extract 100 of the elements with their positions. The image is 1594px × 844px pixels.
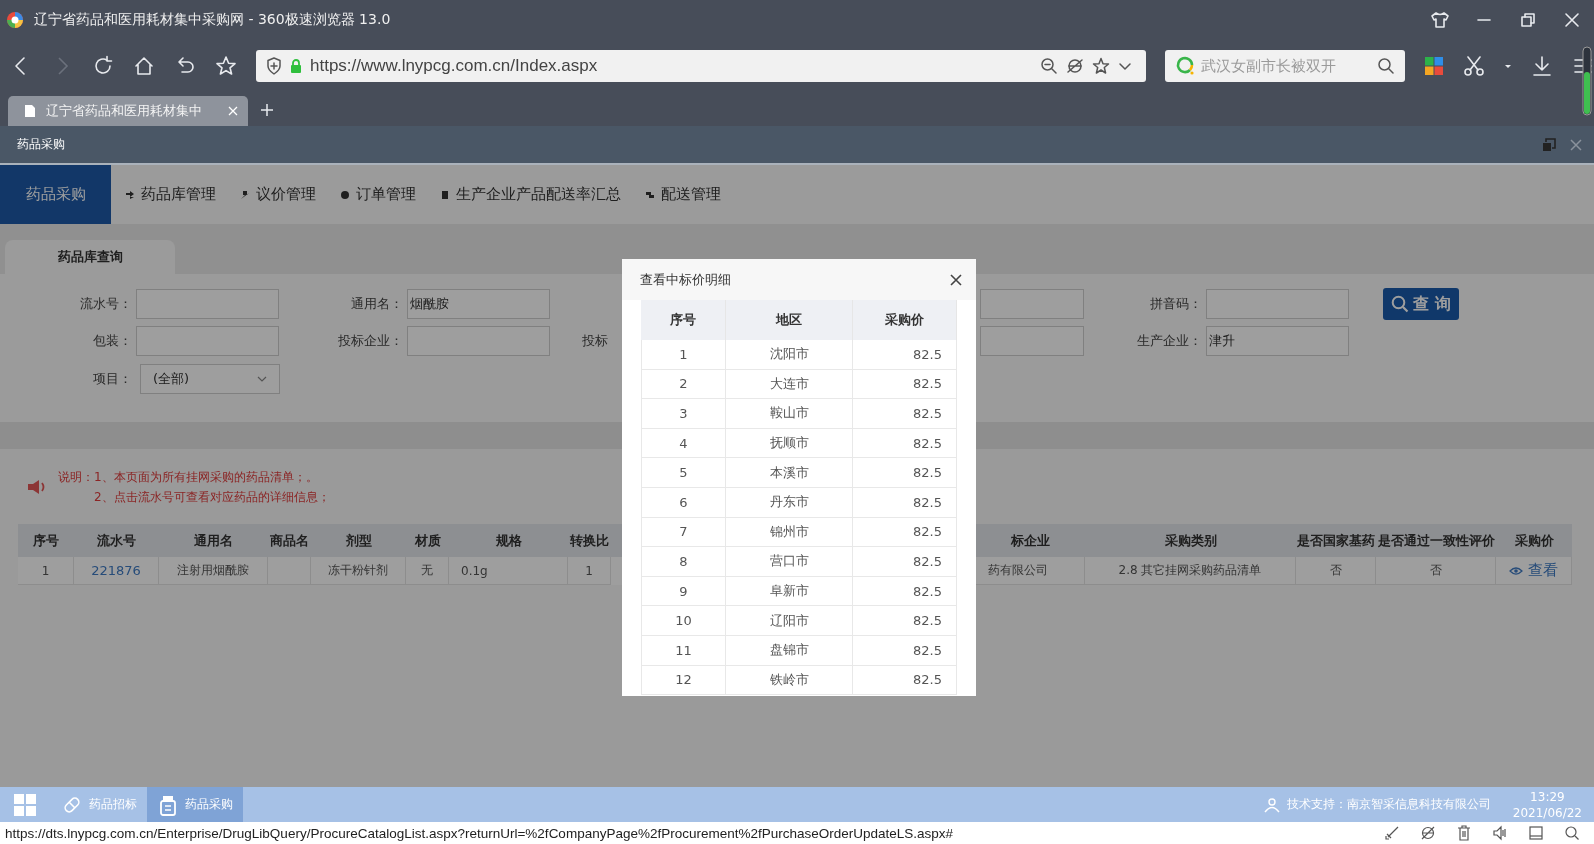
- support-icon: [1262, 796, 1281, 813]
- address-bar[interactable]: https://www.lnypcg.com.cn/Index.aspx: [256, 50, 1146, 82]
- column-header: 商品名: [268, 524, 311, 557]
- field-label: 投标: [582, 333, 608, 348]
- document-icon: [24, 104, 36, 118]
- table-cell: 10: [675, 613, 692, 629]
- table-cell: 82.5: [913, 406, 942, 421]
- restore-icon[interactable]: [1518, 11, 1538, 29]
- table-cell: 4: [679, 435, 688, 451]
- column-header: 采购价: [853, 300, 957, 340]
- nav-item[interactable]: 议价管理: [240, 185, 316, 204]
- column-header: 剂型: [311, 524, 406, 557]
- field-label: 流水号：: [80, 296, 132, 311]
- table-cell: 铁岭市: [769, 670, 809, 689]
- dropdown[interactable]: (全部): [140, 364, 280, 394]
- input-field[interactable]: [407, 326, 550, 356]
- table-cell: 沈阳市: [769, 345, 809, 364]
- table-cell: 82.5: [913, 346, 942, 362]
- nav-item[interactable]: 药品库管理: [125, 185, 216, 204]
- new-tab-icon[interactable]: [260, 103, 274, 117]
- star-icon[interactable]: [215, 55, 237, 77]
- table-cell: 82.5: [913, 553, 942, 569]
- nav-item[interactable]: 配送管理: [645, 185, 721, 204]
- table-cell: 2.8 其它挂网采购药品清单: [1118, 562, 1262, 579]
- nav-item[interactable]: 生产企业产品配送率汇总: [440, 185, 621, 204]
- table-cell: 82.5: [913, 376, 942, 392]
- input-field[interactable]: 津升: [1206, 326, 1349, 356]
- input-field[interactable]: [136, 326, 279, 356]
- input-field[interactable]: 烟酰胺: [407, 289, 550, 319]
- close-icon[interactable]: [1562, 11, 1582, 29]
- apps-icon[interactable]: [1424, 56, 1444, 76]
- table-cell: 5: [679, 465, 688, 481]
- chevron-down-icon: [257, 376, 267, 382]
- table-cell: 无: [421, 562, 433, 579]
- status-url: https://dts.lnypcg.com.cn/Enterprise/DrugLibQuery/ProcureCatalogList.aspx?returnUrl=%2fCompanyPage%2fProcurement%2fPurchaseOrderUpdateLS.aspx#: [5, 825, 954, 841]
- table-cell: 0.1g: [461, 563, 488, 578]
- home-icon[interactable]: [133, 55, 155, 77]
- table-cell: 82.5: [913, 435, 942, 451]
- table-cell: 锦州市: [769, 522, 809, 541]
- search-engine-logo-icon: [1175, 56, 1195, 76]
- note-text: 2、点击流水号可查看对应药品的详细信息；: [93, 488, 330, 506]
- input-field[interactable]: [1206, 289, 1349, 319]
- nav-brand[interactable]: 药品采购: [0, 165, 111, 224]
- window-icon[interactable]: [1528, 825, 1544, 841]
- table-cell: 抚顺市: [769, 434, 809, 453]
- search-button[interactable]: 查 询: [1383, 288, 1459, 320]
- browser-engine-icon[interactable]: [1066, 57, 1084, 75]
- column-header: 标企业: [976, 524, 1085, 557]
- table-cell: 营口市: [769, 552, 809, 571]
- search-icon[interactable]: [1564, 825, 1580, 841]
- menu-item-icon: [125, 189, 135, 200]
- start-grid-icon[interactable]: [13, 792, 37, 817]
- close-icon[interactable]: [950, 273, 962, 286]
- table-cell: 3: [679, 406, 688, 421]
- section-tab[interactable]: 药品库查询: [5, 240, 175, 274]
- table-cell: 8: [679, 553, 688, 569]
- table-cell: 82.5: [913, 642, 942, 658]
- table-cell: 否: [1429, 562, 1442, 579]
- table-cell: 1: [679, 346, 688, 362]
- table-cell: 药有限公司: [988, 562, 1048, 579]
- table-cell: 辽阳市: [769, 611, 809, 630]
- table-cell: 盘锦市: [769, 641, 809, 660]
- table-cell: 82.5: [913, 583, 942, 599]
- eye-icon: [1509, 565, 1523, 576]
- browser-logo-icon: [6, 11, 24, 29]
- field-label: 包装：: [93, 333, 132, 348]
- table-cell: 否: [1329, 562, 1342, 579]
- clock-time: 13:29: [1530, 788, 1565, 805]
- table-cell: 11: [675, 642, 692, 658]
- nav-item[interactable]: 订单管理: [340, 185, 416, 204]
- column-header: 是否国家基药: [1296, 524, 1376, 557]
- table-cell: 1: [585, 563, 593, 578]
- column-header: 序号: [18, 524, 74, 557]
- input-field[interactable]: [136, 289, 279, 319]
- table-cell: 本溪市: [769, 463, 809, 482]
- zoom-out-icon[interactable]: [1040, 57, 1058, 75]
- search-icon[interactable]: [1377, 57, 1395, 75]
- column-header: 规格: [449, 524, 568, 557]
- table-cell: 82.5: [913, 672, 942, 688]
- column-header: 采购价: [1496, 524, 1572, 557]
- speaker-icon[interactable]: [1492, 825, 1508, 841]
- table-cell: 丹东市: [769, 493, 809, 512]
- star-icon[interactable]: [1092, 57, 1110, 75]
- download-icon[interactable]: [1531, 55, 1553, 77]
- trash-icon[interactable]: [1456, 825, 1472, 841]
- field-label: 拼音码：: [1150, 296, 1202, 311]
- table-cell: 82.5: [913, 524, 942, 540]
- note-text: 说明：1、本页面为所有挂网采购的药品清单；。: [58, 468, 319, 486]
- scissors-icon[interactable]: [1463, 55, 1485, 77]
- search-field[interactable]: 武汉女副市长被双开: [1165, 50, 1405, 82]
- table-cell: 12: [675, 672, 692, 688]
- input-field[interactable]: [980, 289, 1084, 319]
- column-header: 采购类别: [1085, 524, 1296, 557]
- browser-engine-icon[interactable]: [1420, 825, 1436, 841]
- table-cell: 1: [41, 563, 50, 578]
- reload-icon[interactable]: [92, 55, 114, 77]
- window-title: 辽宁省药品和医用耗材集中采购网 - 360极速浏览器 13.0: [34, 11, 391, 29]
- shirt-icon[interactable]: [1430, 11, 1450, 29]
- search-icon: [1391, 295, 1410, 313]
- input-field[interactable]: [980, 326, 1084, 356]
